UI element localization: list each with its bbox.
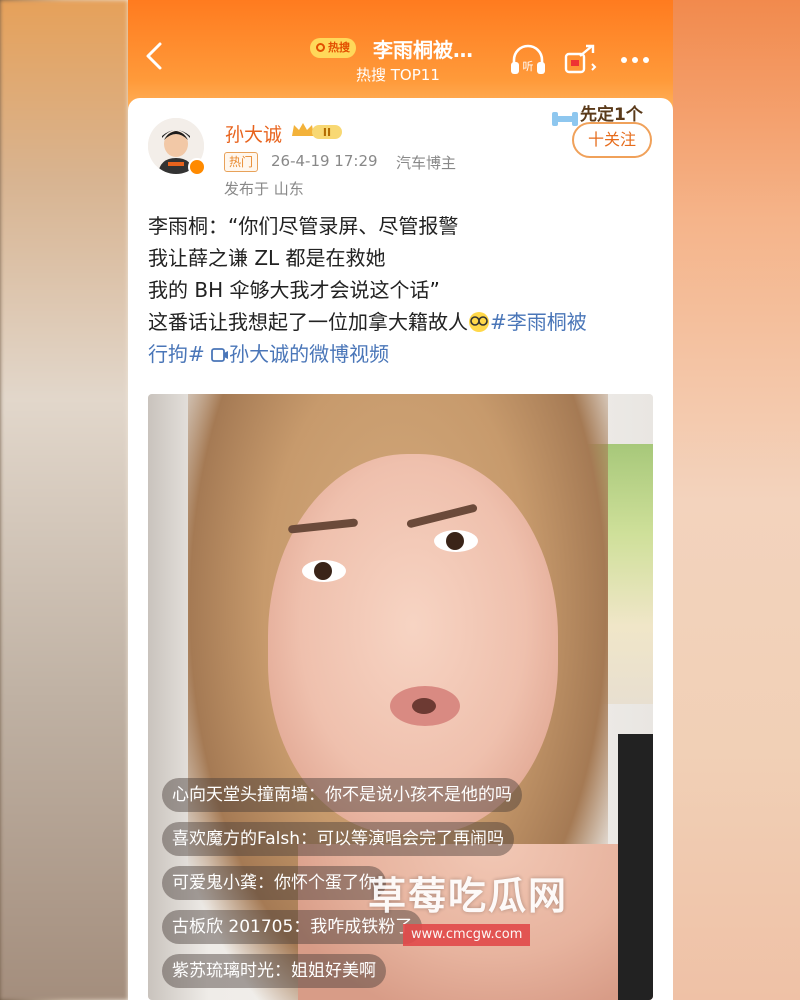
post-line-2: 我让薛之谦 ZL 都是在救她 bbox=[148, 246, 386, 270]
watermark-text: 草莓吃瓜网 bbox=[368, 874, 569, 918]
page-title-area[interactable]: 热搜 李雨桐被… 热搜 TOP11 bbox=[308, 34, 508, 90]
headphones-icon: 听 bbox=[511, 44, 545, 74]
video-link-label: 孙大诚的微博视频 bbox=[229, 342, 390, 366]
danmaku-comment: 心向天堂头撞南墙：你不是说小孩不是他的吗 bbox=[162, 778, 522, 812]
hot-search-badge-label: 热搜 bbox=[328, 41, 350, 54]
post-line-3: 我的 BH 伞够大我才会说这个话” bbox=[148, 278, 440, 302]
page-subtitle: 热搜 TOP11 bbox=[356, 66, 440, 84]
post-line-5-wrap: 行拘# 孙大诚的微博视频 bbox=[148, 338, 653, 370]
share-icon bbox=[564, 44, 597, 74]
listen-button[interactable]: 听 bbox=[508, 42, 548, 78]
vip-level: II bbox=[323, 126, 331, 139]
share-button[interactable] bbox=[562, 42, 600, 78]
post-line-4-wrap: 这番话让我想起了一位加拿大籍故人 #李雨桐被 bbox=[148, 306, 653, 338]
glasses-emoji-icon bbox=[469, 312, 489, 332]
video-link-icon bbox=[211, 348, 229, 362]
watermark-url: www.cmcgw.com bbox=[403, 924, 531, 946]
hot-tag: 热门 bbox=[224, 152, 259, 172]
crown-icon: II bbox=[292, 123, 342, 139]
back-button[interactable] bbox=[140, 36, 170, 76]
listen-label: 听 bbox=[523, 60, 534, 73]
post-location: 发布于 山东 bbox=[224, 180, 304, 198]
hashtag-link[interactable]: #李雨桐被 bbox=[490, 310, 587, 334]
background-right bbox=[672, 0, 800, 1000]
vip-badge: II bbox=[288, 120, 346, 142]
danmaku-comment: 可爱鬼小龚：你怀个蛋了你 bbox=[162, 866, 386, 900]
page-title: 李雨桐被… bbox=[373, 38, 473, 62]
post-body: 李雨桐：“你们尽管录屏、尽管报警 我让薛之谦 ZL 都是在救她 我的 BH 伞够… bbox=[148, 210, 653, 370]
background-left bbox=[0, 0, 128, 1000]
video-strap bbox=[618, 734, 653, 1000]
chevron-left-icon bbox=[146, 42, 162, 70]
search-icon bbox=[316, 43, 325, 52]
verified-badge-icon bbox=[188, 158, 206, 176]
video-eye-right bbox=[434, 530, 478, 552]
post-time: 26-4-19 17:29 bbox=[271, 152, 378, 170]
follow-button[interactable]: 十关注 bbox=[572, 122, 652, 158]
post-line-1: 李雨桐：“你们尽管录屏、尽管报警 bbox=[148, 214, 459, 238]
danmaku-comment: 喜欢魔方的Falsh：可以等演唱会完了再闹吗 bbox=[162, 822, 514, 856]
video-link[interactable]: 孙大诚的微博视频 bbox=[211, 342, 389, 366]
danmaku-comment: 紫苏琉璃时光：姐姐好美啊 bbox=[162, 954, 386, 988]
author-category: 汽车博主 bbox=[396, 154, 457, 172]
video-lips bbox=[390, 686, 460, 726]
hashtag-link-cont[interactable]: 行拘# bbox=[148, 342, 205, 366]
hot-search-badge: 热搜 bbox=[310, 38, 356, 58]
phone-screen: 热搜 李雨桐被… 热搜 TOP11 听 孙大诚 II 热门 26-4-19 17… bbox=[128, 0, 673, 1000]
more-icon bbox=[621, 57, 649, 63]
post-line-4: 这番话让我想起了一位加拿大籍故人 bbox=[148, 310, 468, 334]
video-eye-left bbox=[302, 560, 346, 582]
more-button[interactable] bbox=[618, 50, 652, 70]
author-name[interactable]: 孙大诚 bbox=[225, 120, 282, 147]
video-face bbox=[268, 454, 558, 834]
